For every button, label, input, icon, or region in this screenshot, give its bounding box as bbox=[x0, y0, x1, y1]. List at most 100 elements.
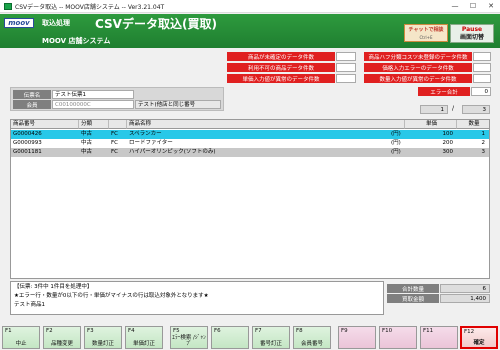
row-price: 200 bbox=[442, 140, 454, 146]
warning-unregistered-class-label: 商品ハフ分類コスツ未登録のデータ件数 bbox=[364, 52, 472, 61]
row-code: G0001181 bbox=[13, 149, 42, 155]
col-header-type bbox=[109, 120, 127, 129]
row-unit: (円) bbox=[391, 149, 401, 155]
row-qty: 3 bbox=[481, 149, 486, 155]
f9-button[interactable]: F9 bbox=[338, 326, 376, 349]
row-name: スペランカー bbox=[129, 131, 162, 137]
col-header-qty: 数量 bbox=[457, 120, 489, 129]
warning-unusable-label: 利用不可の商品データ件数 bbox=[227, 63, 335, 72]
close-button[interactable]: ✕ bbox=[482, 0, 500, 13]
fkey-label: F8 bbox=[296, 328, 303, 334]
member-label: 会員 bbox=[13, 100, 51, 109]
fkey-label: F7 bbox=[255, 328, 262, 334]
f8-member-number-button[interactable]: F8 会員番号 bbox=[293, 326, 331, 349]
window-titlebar: CSVデータ取込 -- MOOV店舗システム -- Ver3.21.04T — … bbox=[0, 0, 500, 13]
slip-name-field: テスト伝票1 bbox=[52, 90, 134, 99]
table-row[interactable]: G0001181 中古 FC ハイパーオリンピック(ソフトのみ) (円) 300… bbox=[11, 148, 489, 157]
moov-logo: moov bbox=[4, 18, 34, 28]
status-message-area: 【伝票: 3件中 1件目を処理中】 ★エラー行・数量が0以下の行・単価がマイナス… bbox=[10, 281, 384, 315]
window-title: CSVデータ取込 -- MOOV店舗システム -- Ver3.21.04T bbox=[15, 3, 165, 11]
warning-price-input-error-value bbox=[473, 63, 491, 72]
col-header-code: 商品番号 bbox=[11, 120, 79, 129]
total-qty-label: 合計数量 bbox=[387, 284, 439, 293]
chat-consult-button[interactable]: チャットで相談 Ctrl+E bbox=[404, 24, 448, 42]
fkey-action: 会員番号 bbox=[300, 341, 323, 347]
row-name: ロードファイター bbox=[129, 140, 173, 146]
warning-unusable-value bbox=[336, 63, 356, 72]
page-current: 1 bbox=[420, 105, 448, 114]
member-name-field: テスト(他店と同じ番号 bbox=[135, 100, 221, 109]
status-line-progress: 【伝票: 3件中 1件目を処理中】 bbox=[14, 284, 93, 290]
fkey-action: 番号訂正 bbox=[259, 341, 282, 347]
table-row[interactable]: G0000426 中古 FC スペランカー (円) 100 1 bbox=[11, 130, 489, 139]
row-class: 中古 bbox=[81, 131, 93, 137]
page-separator: / bbox=[452, 105, 455, 112]
status-line-item: テスト商品1 bbox=[14, 302, 45, 308]
fkey-label: F3 bbox=[87, 328, 94, 334]
warning-unconfirmed-value bbox=[336, 52, 356, 61]
maximize-button[interactable]: ☐ bbox=[464, 0, 482, 13]
row-unit: (円) bbox=[391, 140, 401, 146]
process-label: 取込処理 bbox=[42, 19, 70, 27]
error-total-label: エラー合計 bbox=[418, 87, 470, 96]
error-total-value: 0 bbox=[471, 87, 491, 96]
warning-price-abnormal-value bbox=[336, 74, 356, 83]
purchase-amount-value: 1,400 bbox=[440, 294, 490, 303]
f4-price-correct-button[interactable]: F4 単価訂正 bbox=[125, 326, 163, 349]
f12-confirm-button[interactable]: F12 確定 bbox=[460, 326, 498, 349]
warning-qty-abnormal-label: 数量入力値が異常のデータ件数 bbox=[364, 74, 472, 83]
row-unit: (円) bbox=[391, 131, 401, 137]
warning-price-abnormal-label: 単価入力値が異常のデータ件数 bbox=[227, 74, 335, 83]
fkey-action: ｴﾗｰ検索 /ｼﾞｬﾝﾌﾟ bbox=[172, 335, 206, 347]
warning-price-input-error-label: 価格入力エラーのデータ件数 bbox=[364, 63, 472, 72]
f10-button[interactable]: F10 bbox=[379, 326, 417, 349]
row-type: FC bbox=[111, 140, 119, 146]
col-header-class: 分類 bbox=[79, 120, 109, 129]
status-line-note: ★エラー行・数量が0以下の行・単価がマイナスの行は取込対象外となります★ bbox=[14, 293, 209, 299]
fkey-label: F9 bbox=[341, 328, 348, 334]
warning-qty-abnormal-value bbox=[473, 74, 491, 83]
row-price: 100 bbox=[442, 131, 454, 137]
fkey-label: F10 bbox=[382, 328, 393, 334]
row-code: G0000993 bbox=[13, 140, 42, 146]
fkey-label: F4 bbox=[128, 328, 135, 334]
fkey-label: F6 bbox=[214, 328, 221, 334]
fkey-action: 確定 bbox=[473, 340, 485, 346]
col-header-price: 単価 bbox=[405, 120, 457, 129]
page-total: 3 bbox=[462, 105, 490, 114]
fkey-label: F12 bbox=[464, 329, 475, 335]
fkey-label: F11 bbox=[423, 328, 434, 334]
fkey-label: F1 bbox=[5, 328, 12, 334]
fkey-action: 単価訂正 bbox=[132, 341, 155, 347]
col-header-name: 商品名称 bbox=[127, 120, 405, 129]
row-qty: 1 bbox=[481, 131, 486, 137]
member-code-field: C00100000C bbox=[52, 100, 134, 109]
product-table[interactable]: 商品番号 分類 商品名称 単価 数量 G0000426 中古 FC スペランカー… bbox=[10, 119, 490, 279]
warning-unconfirmed-label: 商品が未確定のデータ件数 bbox=[227, 52, 335, 61]
chat-consult-shortcut: Ctrl+E bbox=[419, 35, 433, 40]
f7-number-correct-button[interactable]: F7 番号訂正 bbox=[252, 326, 290, 349]
row-type: FC bbox=[111, 131, 119, 137]
f3-qty-correct-button[interactable]: F3 数量訂正 bbox=[84, 326, 122, 349]
app-icon bbox=[4, 2, 12, 10]
fkey-action: 中止 bbox=[15, 341, 27, 347]
minimize-button[interactable]: — bbox=[446, 0, 464, 13]
fkey-action: 数量訂正 bbox=[91, 341, 114, 347]
f1-cancel-button[interactable]: F1 中止 bbox=[2, 326, 40, 349]
system-name: MOOV 店舗システム bbox=[42, 37, 111, 45]
page-title: CSVデータ取込(買取) bbox=[95, 17, 217, 31]
fkey-label: F2 bbox=[46, 328, 53, 334]
fkey-label: F5 bbox=[173, 328, 180, 334]
row-price: 300 bbox=[442, 149, 454, 155]
f2-change-item-button[interactable]: F2 品種変更 bbox=[43, 326, 81, 349]
f5-error-search-button[interactable]: F5 ｴﾗｰ検索 /ｼﾞｬﾝﾌﾟ bbox=[170, 326, 208, 349]
pause-screen-switch-button[interactable]: Pause 画面切替 bbox=[450, 24, 494, 43]
total-qty-value: 6 bbox=[440, 284, 490, 293]
table-row[interactable]: G0000993 中古 FC ロードファイター (円) 200 2 bbox=[11, 139, 489, 148]
warning-unregistered-class-value bbox=[473, 52, 491, 61]
row-class: 中古 bbox=[81, 140, 93, 146]
row-class: 中古 bbox=[81, 149, 93, 155]
fkey-action: 品種変更 bbox=[50, 341, 73, 347]
f6-button[interactable]: F6 bbox=[211, 326, 249, 349]
f11-button[interactable]: F11 bbox=[420, 326, 458, 349]
